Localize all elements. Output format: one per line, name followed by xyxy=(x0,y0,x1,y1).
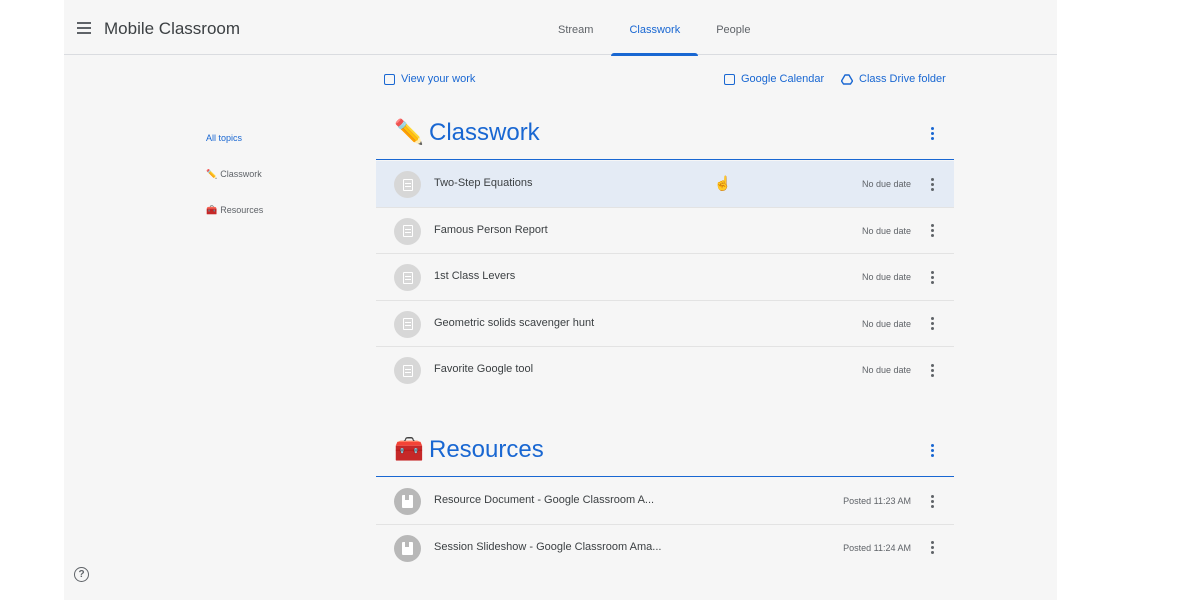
google-calendar-link[interactable]: Google Calendar xyxy=(724,73,824,85)
list-item[interactable]: Geometric solids scavenger hunt No due d… xyxy=(376,301,954,347)
section-more-icon[interactable] xyxy=(924,442,940,458)
tab-people[interactable]: People xyxy=(698,4,768,55)
due-date: No due date xyxy=(861,272,911,282)
item-more-icon[interactable] xyxy=(924,540,940,556)
pencil-icon: ✏️ xyxy=(394,119,424,146)
assignment-icon xyxy=(384,73,395,85)
assignment-icon xyxy=(394,310,421,338)
item-more-icon[interactable] xyxy=(924,362,940,378)
sidebar-item-classwork[interactable]: ✏️ Classwork xyxy=(206,156,263,192)
item-title: Famous Person Report xyxy=(434,223,548,236)
assignment-icon xyxy=(394,217,421,245)
calendar-icon xyxy=(724,73,735,85)
toolbox-icon: 🧰 xyxy=(206,204,218,215)
material-icon xyxy=(394,534,421,562)
section-title: Classwork xyxy=(429,119,540,146)
item-more-icon[interactable] xyxy=(924,269,940,285)
list-item[interactable]: Resource Document - Google Classroom A..… xyxy=(376,478,954,525)
toolbox-icon: 🧰 xyxy=(394,436,424,463)
class-drive-folder-link[interactable]: Class Drive folder xyxy=(841,73,946,85)
list-item[interactable]: 1st Class Levers No due date xyxy=(376,254,954,301)
item-more-icon[interactable] xyxy=(924,316,940,332)
list-item[interactable]: Two-Step Equations No due date xyxy=(376,161,954,208)
item-more-icon[interactable] xyxy=(924,493,940,509)
due-date: No due date xyxy=(861,225,911,236)
tab-classwork[interactable]: Classwork xyxy=(611,4,698,56)
list-item[interactable]: Famous Person Report No due date xyxy=(376,208,954,254)
sidebar-item-label: Classwork xyxy=(220,169,262,179)
classwork-list: Two-Step Equations No due date Famous Pe… xyxy=(376,161,954,394)
list-item[interactable]: Session Slideshow - Google Classroom Ama… xyxy=(376,525,954,572)
drive-icon xyxy=(841,73,853,85)
google-calendar-label: Google Calendar xyxy=(741,73,825,85)
material-icon xyxy=(394,488,421,515)
item-title: Two-Step Equations xyxy=(434,177,533,189)
section-header-resources: 🧰 Resources xyxy=(376,429,954,477)
help-icon[interactable]: ? xyxy=(74,567,89,582)
item-title: Favorite Google tool xyxy=(434,363,534,375)
sidebar-item-label: Resources xyxy=(220,205,264,215)
item-title: Resource Document - Google Classroom A..… xyxy=(434,494,655,506)
tab-bar: Stream Classwork People xyxy=(540,4,768,56)
item-more-icon[interactable] xyxy=(924,223,940,239)
section-header-classwork: ✏️ Classwork xyxy=(376,112,954,160)
pencil-icon: ✏️ xyxy=(206,168,218,179)
class-drive-folder-label: Class Drive folder xyxy=(859,73,946,85)
topic-sidebar: All topics ✏️ Classwork 🧰 Resources xyxy=(206,120,263,228)
posted-time: Posted 11:23 AM xyxy=(843,496,911,506)
sidebar-item-all-topics[interactable]: All topics xyxy=(206,120,263,156)
view-your-work-label: View your work xyxy=(401,73,476,85)
item-title: Session Slideshow - Google Classroom Ama… xyxy=(434,540,662,553)
top-bar: Mobile Classroom Stream Classwork People xyxy=(64,4,1057,56)
class-title[interactable]: Mobile Classroom xyxy=(104,19,240,39)
sidebar-item-label: All topics xyxy=(206,133,243,143)
due-date: No due date xyxy=(861,365,911,375)
item-title: Geometric solids scavenger hunt xyxy=(434,316,595,329)
list-item[interactable]: Favorite Google tool No due date xyxy=(376,347,954,394)
assignment-icon xyxy=(394,357,421,384)
sidebar-item-resources[interactable]: 🧰 Resources xyxy=(206,192,263,228)
posted-time: Posted 11:24 AM xyxy=(843,542,911,553)
item-title: 1st Class Levers xyxy=(434,270,516,282)
section-title: Resources xyxy=(429,436,544,463)
resources-list: Resource Document - Google Classroom A..… xyxy=(376,478,954,571)
view-your-work-link[interactable]: View your work xyxy=(384,73,475,85)
classroom-window: Mobile Classroom Stream Classwork People… xyxy=(64,0,1057,600)
hand-cursor-icon: ☝ xyxy=(714,175,732,191)
tab-stream[interactable]: Stream xyxy=(540,4,611,55)
due-date: No due date xyxy=(861,179,911,189)
hamburger-menu-icon[interactable] xyxy=(74,18,94,38)
due-date: No due date xyxy=(861,318,911,329)
assignment-icon xyxy=(394,171,421,198)
section-more-icon[interactable] xyxy=(924,125,940,141)
assignment-icon xyxy=(394,264,421,291)
item-more-icon[interactable] xyxy=(924,176,940,192)
